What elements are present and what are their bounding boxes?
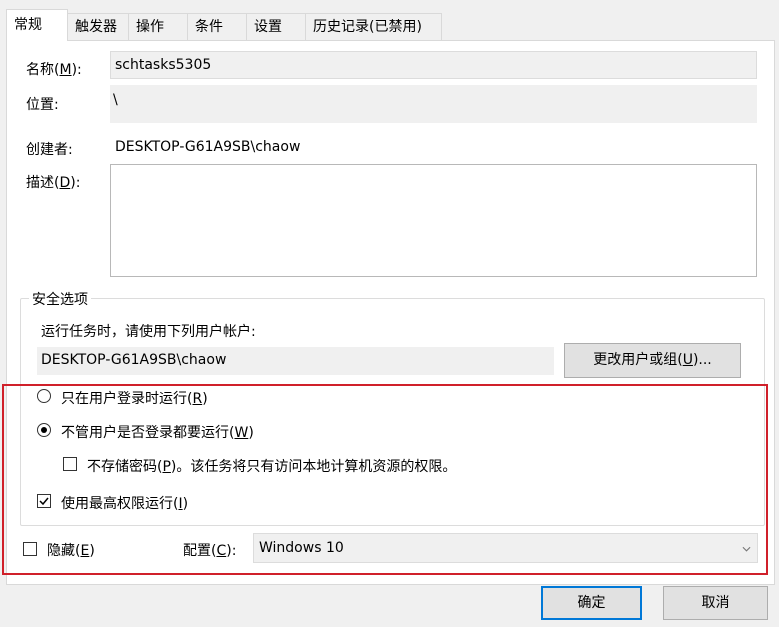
general-tab-panel: 名称(M): schtasks5305 位置: \ 创建者: DESKTOP-G…	[6, 40, 775, 585]
tab-history[interactable]: 历史记录(已禁用)	[305, 13, 442, 40]
tab-conditions[interactable]: 条件	[187, 13, 247, 40]
radio-selected-dot	[41, 427, 47, 433]
account-value: DESKTOP-G61A9SB\chaow	[41, 352, 227, 368]
do-not-store-password-checkbox[interactable]	[63, 457, 77, 471]
tab-label: 设置	[254, 19, 282, 35]
account-prompt: 运行任务时，请使用下列用户帐户:	[41, 324, 256, 340]
run-only-logged-on-label[interactable]: 只在用户登录时运行(R)	[61, 388, 208, 408]
name-value: schtasks5305	[115, 57, 212, 73]
tab-settings[interactable]: 设置	[246, 13, 306, 40]
ok-button[interactable]: 确定	[541, 586, 642, 620]
tab-general[interactable]: 常规	[6, 9, 68, 41]
do-not-store-password-label[interactable]: 不存储密码(P)。该任务将只有访问本地计算机资源的权限。	[87, 456, 456, 476]
tab-label: 历史记录(已禁用)	[313, 19, 422, 35]
run-highest-privileges-checkbox[interactable]	[37, 494, 51, 508]
tab-label: 触发器	[75, 19, 117, 35]
configure-label: 配置(C):	[183, 543, 237, 559]
description-textarea[interactable]	[110, 164, 757, 277]
hidden-checkbox[interactable]	[23, 542, 37, 556]
description-label: 描述(D):	[26, 175, 81, 191]
chevron-down-icon	[742, 546, 751, 552]
run-only-logged-on-radio[interactable]	[37, 389, 51, 403]
tab-triggers[interactable]: 触发器	[67, 13, 129, 40]
tab-label: 条件	[195, 19, 223, 35]
location-label: 位置:	[26, 97, 59, 113]
tab-actions[interactable]: 操作	[128, 13, 188, 40]
author-value: DESKTOP-G61A9SB\chaow	[115, 139, 301, 155]
cancel-button[interactable]: 取消	[663, 586, 768, 620]
hidden-label[interactable]: 隐藏(E)	[47, 540, 95, 560]
run-whether-logged-on-radio[interactable]	[37, 423, 51, 437]
name-label: 名称(M):	[26, 62, 82, 78]
checkmark-icon	[39, 497, 49, 506]
tab-label: 操作	[136, 19, 164, 35]
change-user-button[interactable]: 更改用户或组(U)...	[564, 343, 741, 378]
author-label: 创建者:	[26, 142, 73, 158]
run-whether-logged-on-label[interactable]: 不管用户是否登录都要运行(W)	[61, 422, 254, 442]
run-highest-privileges-label[interactable]: 使用最高权限运行(I)	[61, 493, 188, 513]
tab-label: 常规	[14, 17, 42, 33]
configure-select[interactable]: Windows 10	[253, 533, 758, 563]
location-value: \	[113, 92, 118, 108]
location-field	[110, 85, 757, 123]
security-options-title: 安全选项	[29, 289, 91, 309]
configure-value: Windows 10	[259, 540, 344, 556]
